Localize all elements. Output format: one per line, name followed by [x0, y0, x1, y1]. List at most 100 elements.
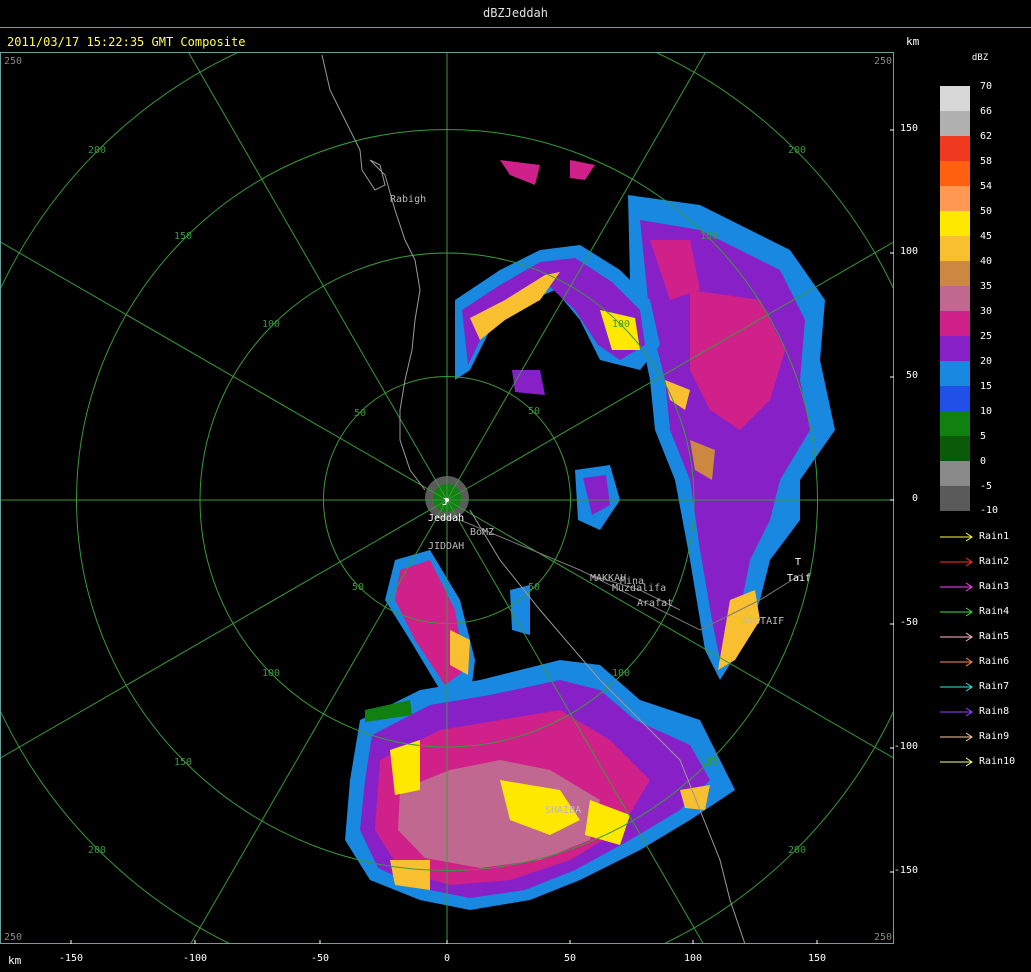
dbz-swatch	[940, 436, 970, 461]
rain9-label[interactable]: Rain9	[979, 731, 1009, 742]
dbz-label: 50	[980, 206, 993, 217]
dbz-swatch	[940, 386, 970, 411]
place-label-atstaif: ATSTAIF	[742, 616, 785, 627]
dbz-swatch	[940, 111, 970, 136]
ring-label: 200	[788, 845, 807, 856]
place-label-bomz: BoMZ	[470, 527, 495, 538]
dbz-label: 45	[980, 231, 993, 242]
dbz-swatch	[940, 136, 970, 161]
corner-label-bottom-right: 250	[874, 932, 893, 943]
dbz-label: 10	[980, 406, 993, 417]
window-title: dBZJeddah	[482, 6, 549, 20]
rain10-arrow-icon	[940, 757, 973, 767]
ring-label: 100	[262, 319, 281, 330]
dbz-swatch-end	[940, 511, 970, 512]
rain2-label[interactable]: Rain2	[979, 556, 1009, 567]
ring-label: 100	[612, 319, 631, 330]
dbz-label: 20	[980, 356, 993, 367]
dbz-swatch	[940, 361, 970, 386]
dbz-label: 0	[980, 456, 987, 467]
dbz-swatch	[940, 311, 970, 336]
place-label-muzdalifa: Muzdalifa	[612, 583, 667, 594]
ring-label: 200	[88, 145, 107, 156]
x-axis-unit: km	[8, 954, 22, 967]
x-tick-label: 0	[443, 953, 451, 964]
dbz-label: 70	[980, 81, 993, 92]
rain2-arrow-icon	[940, 557, 973, 567]
ring-label: 150	[174, 231, 193, 242]
radar-map[interactable]	[0, 28, 928, 972]
y-tick-label: 50	[905, 370, 918, 381]
x-tick-label: -50	[310, 953, 330, 964]
dbz-swatch	[940, 86, 970, 111]
product-header: 2011/03/17 15:22:35 GMT Composite	[7, 35, 245, 49]
dbz-label: 40	[980, 256, 993, 267]
y-tick-label: -100	[893, 741, 918, 752]
corner-label-bottom-left: 250	[4, 932, 23, 943]
x-tick-label: 50	[563, 953, 577, 964]
rain7-arrow-icon	[940, 682, 973, 692]
dbz-label: 35	[980, 281, 993, 292]
place-label-rabigh: Rabigh	[390, 194, 427, 205]
dbz-label: 54	[980, 181, 993, 192]
rain8-label[interactable]: Rain8	[979, 706, 1009, 717]
rain4-arrow-icon	[940, 607, 973, 617]
dbz-swatch	[940, 336, 970, 361]
ring-label: 150	[174, 757, 193, 768]
dbz-label: 66	[980, 106, 993, 117]
dbz-label: 25	[980, 331, 993, 342]
rain6-arrow-icon	[940, 657, 973, 667]
place-marker-taif: T	[795, 557, 802, 568]
x-tick-label: 150	[807, 953, 827, 964]
dbz-label: 30	[980, 306, 993, 317]
x-tick-label: -150	[58, 953, 84, 964]
y-axis-unit: km	[906, 35, 920, 48]
y-tick-label: -50	[899, 617, 918, 628]
dbz-swatch	[940, 236, 970, 261]
dbz-label: 15	[980, 381, 993, 392]
place-label-shaiba: SHAIBA	[545, 805, 582, 816]
ring-label: 100	[262, 668, 281, 679]
ring-label: 200	[788, 145, 807, 156]
dbz-label: -5	[980, 481, 993, 492]
y-tick-label: 0	[911, 493, 918, 504]
ring-label: 150	[700, 231, 719, 242]
corner-label-top-right: 250	[874, 56, 893, 67]
dbz-swatch	[940, 211, 970, 236]
rain6-label[interactable]: Rain6	[979, 656, 1009, 667]
dbz-swatch	[940, 486, 970, 511]
dbz-swatch	[940, 261, 970, 286]
rain1-label[interactable]: Rain1	[979, 531, 1009, 542]
ring-label: 100	[612, 668, 631, 679]
place-label-taif: Taif	[787, 573, 812, 584]
rain4-label[interactable]: Rain4	[979, 606, 1009, 617]
place-label-jiddah-station: JIDDAH	[428, 541, 465, 552]
rain9-arrow-icon	[940, 732, 973, 742]
dbz-label: 5	[980, 431, 987, 442]
radar-plot-frame[interactable]	[0, 28, 928, 972]
ring-label: 50	[528, 406, 541, 417]
rain1-arrow-icon	[940, 532, 973, 542]
dbz-label: 58	[980, 156, 993, 167]
radar-window: dBZ Jeddah 2011/03/17 15:22:35 GMT Compos…	[0, 0, 1031, 972]
rain10-label[interactable]: Rain10	[979, 756, 1015, 767]
rain5-arrow-icon	[940, 632, 973, 642]
place-label-arafat: Arafat	[637, 598, 674, 609]
ring-label: 50	[528, 582, 541, 593]
ring-label: 200	[88, 845, 107, 856]
dbz-label: 62	[980, 131, 993, 142]
rain7-label[interactable]: Rain7	[979, 681, 1009, 692]
place-label-jeddah: Jeddah	[428, 513, 465, 524]
ring-label: 50	[354, 408, 367, 419]
rain5-label[interactable]: Rain5	[979, 631, 1009, 642]
dbz-swatch	[940, 286, 970, 311]
x-tick-label: 100	[683, 953, 703, 964]
dbz-swatch	[940, 461, 970, 486]
y-tick-label: -150	[893, 865, 918, 876]
rain3-label[interactable]: Rain3	[979, 581, 1009, 592]
corner-label-top-left: 250	[4, 56, 23, 67]
y-tick-label: 150	[899, 123, 918, 134]
legend-title: dBZ	[971, 53, 989, 63]
product-datetime: 2011/03/17 15:22:35 GMT	[7, 35, 174, 49]
dbz-swatch	[940, 186, 970, 211]
